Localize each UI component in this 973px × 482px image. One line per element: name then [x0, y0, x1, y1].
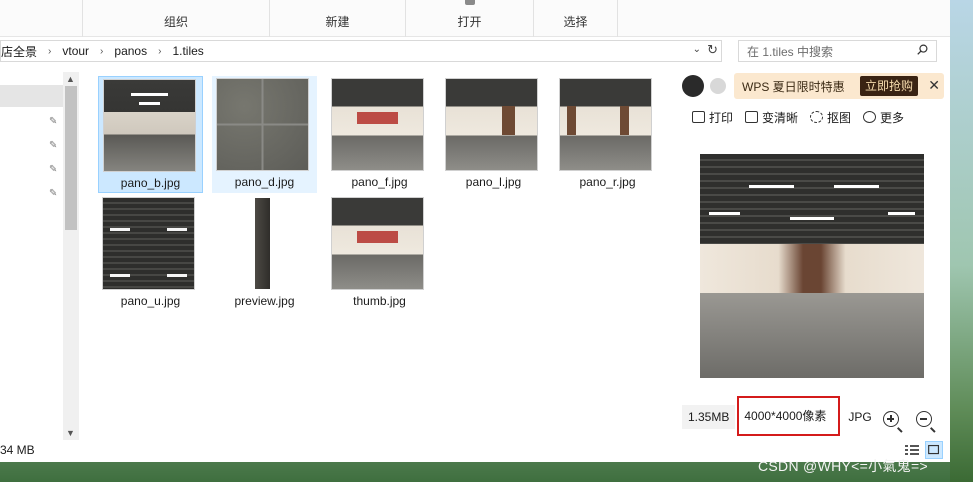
- file-thumbnail: [332, 198, 423, 289]
- watermark: CSDN @WHY<=小氣鬼=>: [758, 458, 928, 474]
- file-item[interactable]: pano_r.jpg: [555, 76, 660, 193]
- file-item[interactable]: thumb.jpg: [327, 195, 432, 312]
- preview-pane: WPS 夏日限时特惠 立即抢购 ✕ 打印 变清晰 抠图 更多 1.35MB 40…: [676, 68, 950, 462]
- file-thumbnail: [217, 79, 308, 170]
- ribbon: 组织 新建 打开 选择: [0, 0, 950, 37]
- breadcrumb-item[interactable]: panos: [114, 44, 147, 58]
- file-name: thumb.jpg: [353, 294, 406, 308]
- address-bar[interactable]: 店全景 › vtour › panos › 1.tiles ⌄ ↻: [0, 40, 722, 62]
- preview-toolbar: 打印 变清晰 抠图 更多: [692, 108, 904, 126]
- file-item[interactable]: preview.jpg: [212, 195, 317, 312]
- search-icon[interactable]: [917, 44, 928, 55]
- file-thumbnail: [103, 198, 194, 289]
- chevron-right-icon[interactable]: ›: [48, 46, 51, 57]
- file-item[interactable]: pano_l.jpg: [441, 76, 546, 193]
- file-name: pano_l.jpg: [465, 175, 522, 189]
- close-icon[interactable]: ✕: [928, 77, 940, 94]
- file-name: pano_b.jpg: [120, 176, 181, 190]
- file-thumbnail: [332, 79, 423, 170]
- search-input[interactable]: 在 1.tiles 中搜索: [738, 40, 937, 62]
- nav-selected-item[interactable]: [0, 85, 63, 107]
- ribbon-group-select[interactable]: 选择: [534, 0, 618, 37]
- chevron-right-icon[interactable]: ›: [158, 46, 161, 57]
- cutout-icon: [810, 111, 824, 123]
- wps-promo-row: WPS 夏日限时特惠 立即抢购 ✕: [676, 73, 946, 99]
- cutout-button[interactable]: 抠图: [810, 108, 851, 126]
- selection-size: 34 MB: [0, 443, 35, 457]
- file-thumbnail: [217, 198, 308, 289]
- printer-icon: [692, 111, 705, 123]
- ribbon-group-label: 选择: [563, 15, 588, 29]
- file-item[interactable]: pano_b.jpg: [98, 76, 203, 193]
- file-item[interactable]: pano_u.jpg: [98, 195, 203, 312]
- buy-now-button[interactable]: 立即抢购: [860, 76, 919, 96]
- chevron-down-icon[interactable]: ⌄: [693, 44, 701, 55]
- promo-text: WPS 夏日限时特惠: [742, 79, 845, 94]
- more-icon: [863, 111, 877, 123]
- ribbon-group-open[interactable]: 打开: [406, 0, 534, 37]
- file-name: pano_r.jpg: [579, 175, 636, 189]
- more-button[interactable]: 更多: [863, 108, 904, 126]
- file-thumbnail: [560, 79, 651, 170]
- ribbon-group-label: 打开: [457, 15, 482, 29]
- desktop-background: [950, 0, 973, 482]
- more-label: 更多: [880, 110, 905, 125]
- scrollbar-thumb[interactable]: [65, 86, 77, 230]
- sharpen-label: 变清晰: [762, 110, 799, 125]
- file-name: pano_d.jpg: [234, 175, 295, 189]
- pin-icon[interactable]: ✎: [49, 164, 59, 175]
- scroll-up-icon[interactable]: ▲: [66, 74, 75, 84]
- file-name: preview.jpg: [234, 294, 295, 308]
- file-item[interactable]: pano_d.jpg: [212, 76, 317, 193]
- breadcrumb: 店全景 › vtour › panos › 1.tiles: [1, 43, 204, 60]
- promo-banner[interactable]: WPS 夏日限时特惠 立即抢购 ✕: [734, 73, 944, 99]
- search-placeholder: 在 1.tiles 中搜索: [747, 44, 834, 59]
- avatar[interactable]: [682, 75, 704, 97]
- file-name: pano_f.jpg: [351, 175, 408, 189]
- file-size: 1.35MB: [682, 405, 736, 429]
- nav-scrollbar[interactable]: ▲ ▼: [63, 72, 79, 442]
- pin-icon[interactable]: ✎: [49, 116, 59, 127]
- image-dimensions: 4000*4000像素: [737, 396, 841, 436]
- breadcrumb-item[interactable]: 1.tiles: [172, 44, 203, 58]
- breadcrumb-item[interactable]: 店全景: [1, 43, 37, 60]
- file-thumbnail: [104, 80, 195, 171]
- file-item[interactable]: pano_f.jpg: [327, 76, 432, 193]
- refresh-icon[interactable]: ↻: [707, 42, 718, 58]
- image-info-row: 1.35MB 4000*4000像素 JPG: [682, 396, 880, 436]
- zoom-out-icon[interactable]: [916, 411, 932, 427]
- open-icon: [464, 0, 475, 5]
- file-thumbnail: [446, 79, 537, 170]
- ribbon-group-label: 新建: [325, 15, 350, 29]
- hexagon-icon[interactable]: [710, 78, 726, 94]
- zoom-in-icon[interactable]: [883, 411, 899, 427]
- image-preview: [700, 154, 924, 378]
- ribbon-group-label: 组织: [163, 15, 188, 29]
- print-label: 打印: [709, 110, 734, 125]
- ribbon-group-organize[interactable]: 组织: [82, 0, 270, 37]
- file-name: pano_u.jpg: [120, 294, 181, 308]
- cutout-label: 抠图: [827, 110, 852, 125]
- image-format: JPG: [842, 405, 878, 429]
- ribbon-group-new[interactable]: 新建: [270, 0, 406, 37]
- chevron-right-icon[interactable]: ›: [100, 46, 103, 57]
- sharpen-button[interactable]: 变清晰: [745, 108, 798, 126]
- pin-icon[interactable]: ✎: [49, 140, 59, 151]
- image-icon: [745, 111, 759, 123]
- pin-icon[interactable]: ✎: [49, 188, 59, 199]
- scroll-down-icon[interactable]: ▼: [66, 428, 75, 438]
- print-button[interactable]: 打印: [692, 108, 733, 126]
- breadcrumb-item[interactable]: vtour: [62, 44, 89, 58]
- file-explorer-window: 组织 新建 打开 选择 店全景 › vtour › panos › 1.tile…: [0, 0, 950, 462]
